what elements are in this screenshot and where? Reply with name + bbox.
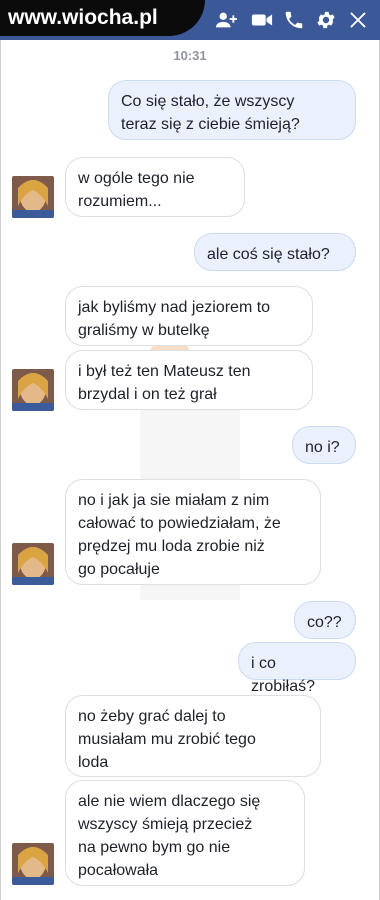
close-icon[interactable]: [346, 8, 370, 32]
contact-photo-icon: [12, 369, 54, 411]
site-watermark-logo: www.wiocha.pl: [0, 0, 205, 36]
contact-photo-icon: [12, 543, 54, 585]
message-bubble-outgoing[interactable]: no i?: [292, 426, 356, 464]
message-bubble-incoming[interactable]: no żeby grać dalej to musiałam mu zrobić…: [65, 695, 321, 777]
add-user-icon[interactable]: [214, 8, 238, 32]
message-bubble-outgoing[interactable]: ale coś się stało?: [194, 233, 356, 271]
message-bubble-outgoing[interactable]: Co się stało, że wszyscy teraz się z cie…: [108, 80, 356, 140]
avatar[interactable]: [12, 543, 54, 585]
message-bubble-incoming[interactable]: i był też ten Mateusz ten brzydal i on t…: [65, 350, 313, 410]
message-timestamp: 10:31: [173, 48, 207, 63]
avatar[interactable]: [12, 176, 54, 218]
message-bubble-outgoing[interactable]: i co zrobiłaś?: [238, 642, 356, 695]
phone-icon[interactable]: [282, 8, 306, 32]
avatar[interactable]: [12, 369, 54, 411]
message-bubble-incoming[interactable]: no i jak ja sie miałam z nim całować to …: [65, 479, 321, 585]
message-bubble-incoming[interactable]: w ogóle tego nie rozumiem...: [65, 157, 245, 217]
chat-header: www.wiocha.pl: [0, 0, 380, 40]
video-call-icon[interactable]: [250, 8, 274, 32]
contact-photo-icon: [12, 843, 54, 885]
message-bubble-incoming[interactable]: jak byliśmy nad jeziorem to graliśmy w b…: [65, 286, 313, 346]
message-bubble-incoming[interactable]: ale nie wiem dlaczego się wszyscy śmieją…: [65, 780, 305, 886]
avatar[interactable]: [12, 843, 54, 885]
message-bubble-outgoing[interactable]: co??: [294, 601, 356, 639]
contact-photo-icon: [12, 176, 54, 218]
gear-icon[interactable]: [314, 8, 338, 32]
